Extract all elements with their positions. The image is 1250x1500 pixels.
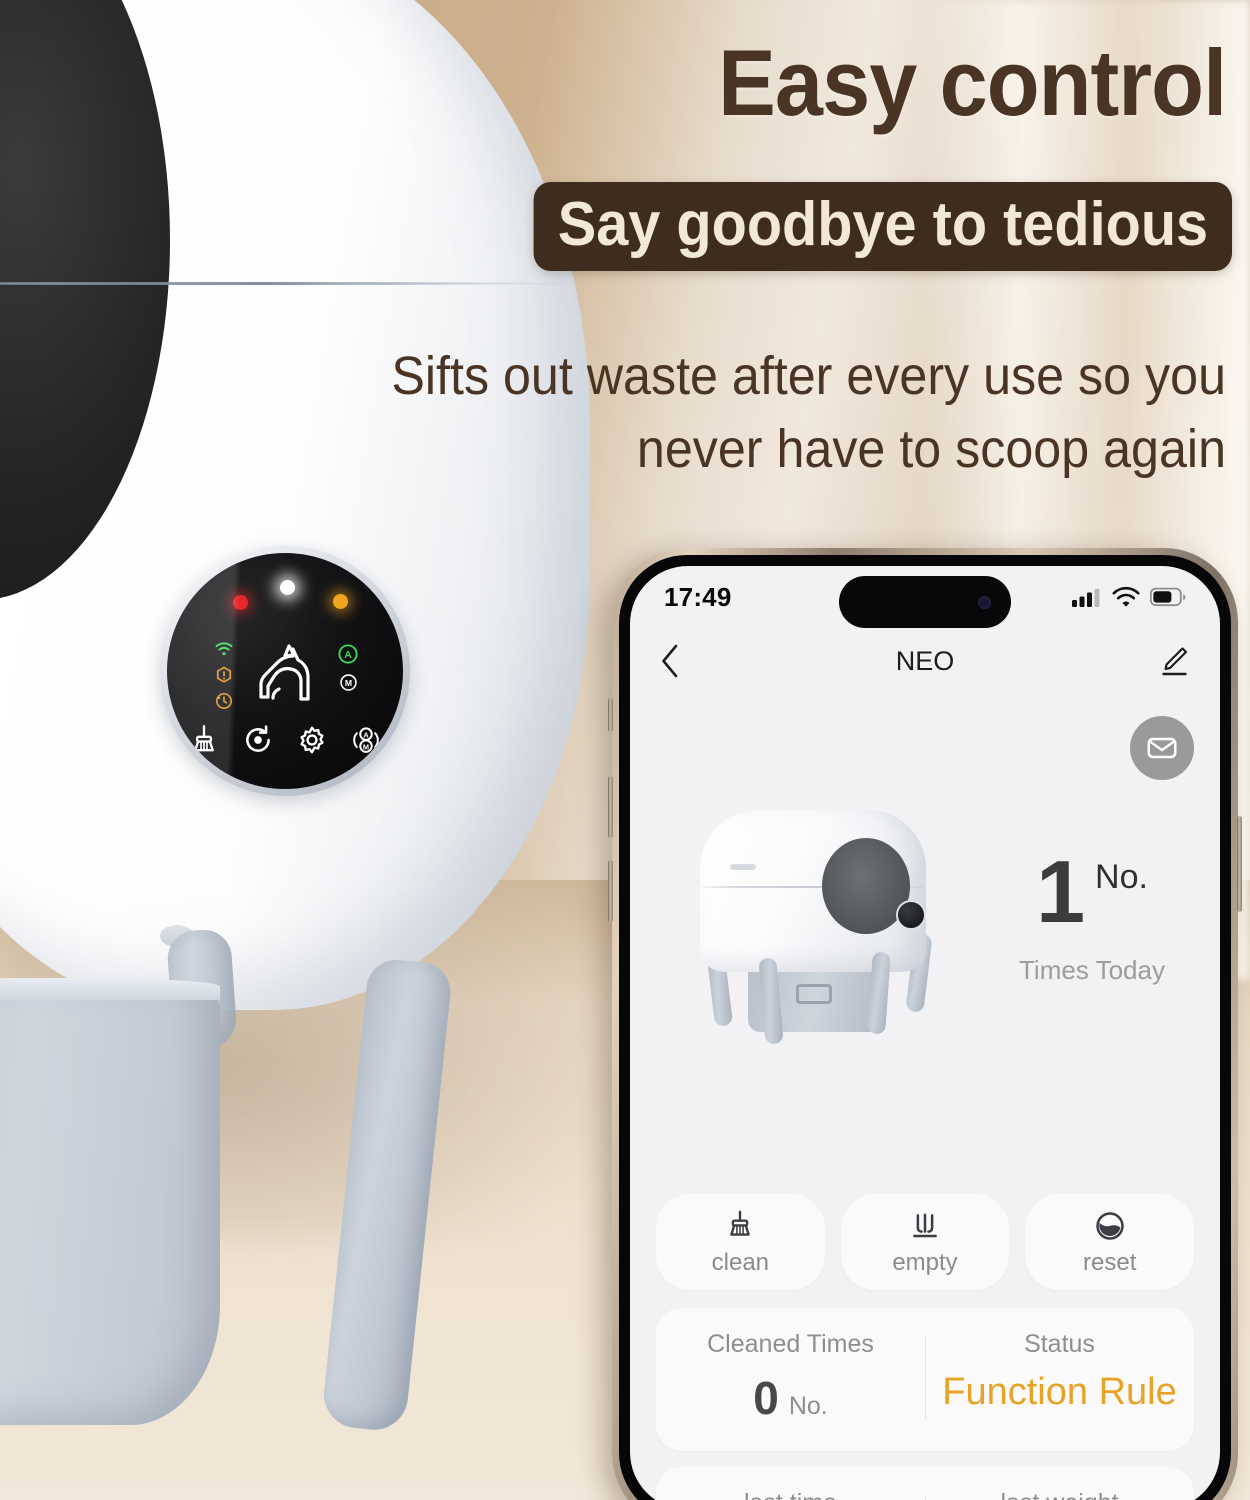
- app-title: NEO: [895, 645, 955, 676]
- phone-screen: 17:49 NEO 1 No. Times Today clean empty …: [630, 566, 1220, 1500]
- last-time-stat: last time 00: [656, 1489, 925, 1500]
- cleaned-times-unit: No.: [788, 1392, 828, 1420]
- last-activity-card[interactable]: last time 00 last weight 4.1: [656, 1467, 1194, 1500]
- mini-control-dial: [896, 900, 926, 930]
- status-bar: 17:49: [630, 566, 1220, 628]
- action-button-row: clean empty reset: [656, 1194, 1195, 1290]
- mini-product-illustration: [674, 792, 974, 1060]
- last-time-label: last time: [656, 1489, 925, 1500]
- battery-icon: [1150, 587, 1186, 607]
- mail-button[interactable]: [1130, 716, 1194, 780]
- phone-power-button[interactable]: [1237, 816, 1242, 912]
- status-badge: Function Rule: [942, 1371, 1177, 1413]
- clean-action-button[interactable]: clean: [656, 1194, 825, 1290]
- status-label: Status: [1024, 1330, 1095, 1358]
- clean-action-label: clean: [711, 1249, 770, 1276]
- front-camera-icon: [978, 595, 991, 609]
- phone-frame: 17:49 NEO 1 No. Times Today clean empty …: [608, 548, 1242, 1500]
- litter-box-drawer-top: [0, 978, 220, 1000]
- phone-volume-up-button[interactable]: [608, 776, 613, 838]
- control-panel-face: A M: [167, 553, 403, 789]
- usage-count: 1: [1036, 841, 1086, 941]
- pour-empty-icon: [913, 1213, 937, 1238]
- mini-drawer-handle: [796, 984, 832, 1004]
- cleaned-times-stat: Cleaned Times 0 No.: [656, 1330, 925, 1425]
- cleaned-times-label: Cleaned Times: [707, 1330, 874, 1358]
- cellular-signal-icon: [1072, 589, 1100, 607]
- empty-action-button[interactable]: empty: [840, 1194, 1010, 1290]
- litter-box-product-render: [656, 768, 986, 1068]
- usage-caption: Times Today: [1019, 955, 1165, 986]
- usage-unit: No.: [1095, 857, 1148, 896]
- background-scene: A M: [0, 0, 1250, 1500]
- app-nav-bar: NEO: [630, 628, 1220, 694]
- phone-volume-down-button[interactable]: [608, 860, 613, 922]
- control-panel-glare: [167, 553, 403, 789]
- status-bar-icons: [1072, 586, 1186, 608]
- broom-icon: [730, 1210, 751, 1236]
- status-stat: Status Function Rule: [925, 1330, 1194, 1425]
- device-control-panel[interactable]: A M: [160, 546, 410, 796]
- wifi-icon: [1112, 586, 1140, 607]
- page-title: Easy control: [717, 30, 1227, 135]
- stats-card[interactable]: Cleaned Times 0 No. Status Function Rule: [656, 1308, 1194, 1451]
- last-weight-stat: last weight 4.1: [925, 1489, 1194, 1500]
- reset-action-button[interactable]: reset: [1025, 1194, 1195, 1290]
- today-usage-stat: 1 No. Times Today: [986, 841, 1194, 987]
- phone-mockup: 17:49 NEO 1 No. Times Today clean empty …: [608, 548, 1242, 1500]
- subcopy-text: Sifts out waste after every use so you n…: [391, 346, 1226, 479]
- status-bar-time: 17:49: [664, 581, 732, 612]
- app-content: 1 No. Times Today clean empty reset Clea…: [630, 694, 1220, 1500]
- litter-box-drawer: [0, 985, 220, 1425]
- tagline-badge: Say goodbye to tedious: [533, 182, 1232, 272]
- dynamic-island: [839, 576, 1011, 628]
- chevron-left-icon[interactable]: [660, 644, 680, 678]
- phone-silent-switch[interactable]: [608, 698, 613, 732]
- envelope-icon: [1147, 737, 1177, 759]
- phone-bezel: 17:49 NEO 1 No. Times Today clean empty …: [619, 555, 1231, 1500]
- reset-action-label: reset: [1083, 1249, 1137, 1276]
- pencil-edit-icon[interactable]: [1158, 645, 1190, 677]
- empty-action-label: empty: [892, 1249, 958, 1276]
- hero-section: 1 No. Times Today: [656, 738, 1194, 1098]
- last-weight-label: last weight: [925, 1489, 1194, 1500]
- reset-circle-icon: [1095, 1212, 1124, 1240]
- mini-vent: [730, 864, 756, 870]
- cleaned-times-value: 0: [753, 1372, 779, 1424]
